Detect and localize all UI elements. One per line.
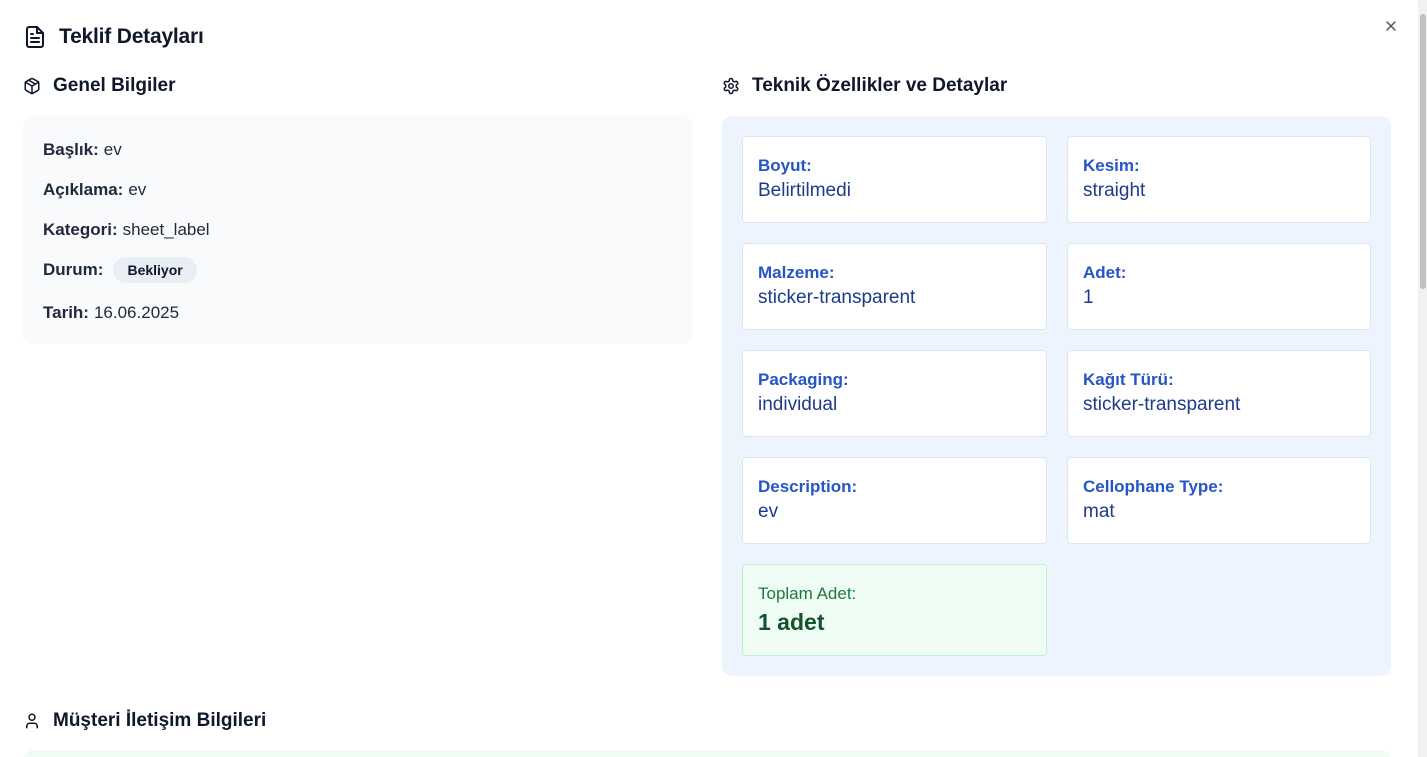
close-button[interactable] — [1381, 16, 1401, 36]
field-label: Kategori: — [43, 220, 118, 239]
spec-cut: Kesim: straight — [1067, 136, 1371, 223]
field-value: ev — [128, 180, 147, 199]
package-icon — [23, 77, 41, 95]
spec-size: Boyut: Belirtilmedi — [742, 136, 1047, 223]
field-description: Açıklama: ev — [43, 180, 146, 200]
general-info-title: Genel Bilgiler — [53, 75, 176, 96]
technical-specs-title: Teknik Özellikler ve Detaylar — [752, 75, 1008, 96]
status-badge: Bekliyor — [113, 257, 197, 283]
general-info-heading: Genel Bilgiler — [23, 75, 175, 97]
spec-value: sticker-transparent — [758, 287, 916, 308]
spec-value: individual — [758, 394, 838, 415]
quote-details-dialog: Teklif Detayları Genel Bilgiler Başlık: … — [0, 0, 1427, 757]
technical-specs-panel: Boyut: Belirtilmedi Kesim: straight Malz… — [722, 116, 1391, 676]
spec-paper-type: Kağıt Türü: sticker-transparent — [1067, 350, 1371, 437]
spec-label: Description: — [758, 477, 858, 496]
spec-label: Packaging: — [758, 370, 849, 389]
field-date: Tarih: 16.06.2025 — [43, 303, 179, 323]
spec-label: Malzeme: — [758, 263, 835, 282]
spec-label: Boyut: — [758, 156, 812, 175]
spec-quantity: Adet: 1 — [1067, 243, 1371, 330]
field-status: Durum: Bekliyor — [43, 257, 197, 283]
spec-material: Malzeme: sticker-transparent — [742, 243, 1047, 330]
field-value: 16.06.2025 — [93, 303, 180, 322]
spec-label: Kesim: — [1083, 156, 1140, 175]
spec-value: straight — [1083, 180, 1146, 201]
spec-value: sticker-transparent — [1083, 394, 1241, 415]
x-icon[interactable] — [1383, 18, 1399, 34]
field-label: Tarih: — [43, 303, 89, 322]
spec-packaging: Packaging: individual — [742, 350, 1047, 437]
spec-label: Cellophane Type: — [1083, 477, 1224, 496]
field-value: sheet_label — [122, 220, 210, 239]
spec-value: 1 — [1083, 287, 1094, 308]
total-quantity-value: 1 adet — [758, 609, 825, 635]
field-category: Kategori: sheet_label — [43, 220, 210, 240]
field-value: ev — [103, 140, 122, 159]
customer-contact-title: Müşteri İletişim Bilgileri — [53, 710, 267, 731]
dialog-title: Teklif Detayları — [59, 25, 204, 48]
spec-value: mat — [1083, 501, 1115, 522]
field-label: Açıklama: — [43, 180, 124, 199]
file-text-icon — [23, 25, 47, 49]
spec-label: Adet: — [1083, 263, 1127, 282]
total-quantity-label: Toplam Adet: — [758, 584, 857, 603]
total-quantity-card: Toplam Adet: 1 adet — [742, 564, 1047, 656]
field-label: Durum: — [43, 260, 104, 279]
spec-value: ev — [758, 501, 779, 522]
field-label: Başlık: — [43, 140, 99, 159]
spec-label: Kağıt Türü: — [1083, 370, 1174, 389]
field-title: Başlık: ev — [43, 140, 122, 160]
customer-contact-heading: Müşteri İletişim Bilgileri — [23, 710, 266, 732]
scrollbar-thumb[interactable] — [1420, 14, 1426, 289]
user-icon — [23, 712, 41, 730]
technical-specs-heading: Teknik Özellikler ve Detaylar — [722, 75, 1007, 97]
spec-description: Description: ev — [742, 457, 1047, 544]
gear-icon — [722, 77, 740, 95]
customer-contact-card — [23, 750, 1391, 757]
dialog-header: Teklif Detayları — [23, 25, 204, 49]
general-info-card: Başlık: ev Açıklama: ev Kategori: sheet_… — [23, 116, 692, 344]
spec-cellophane-type: Cellophane Type: mat — [1067, 457, 1371, 544]
spec-value: Belirtilmedi — [758, 180, 851, 201]
